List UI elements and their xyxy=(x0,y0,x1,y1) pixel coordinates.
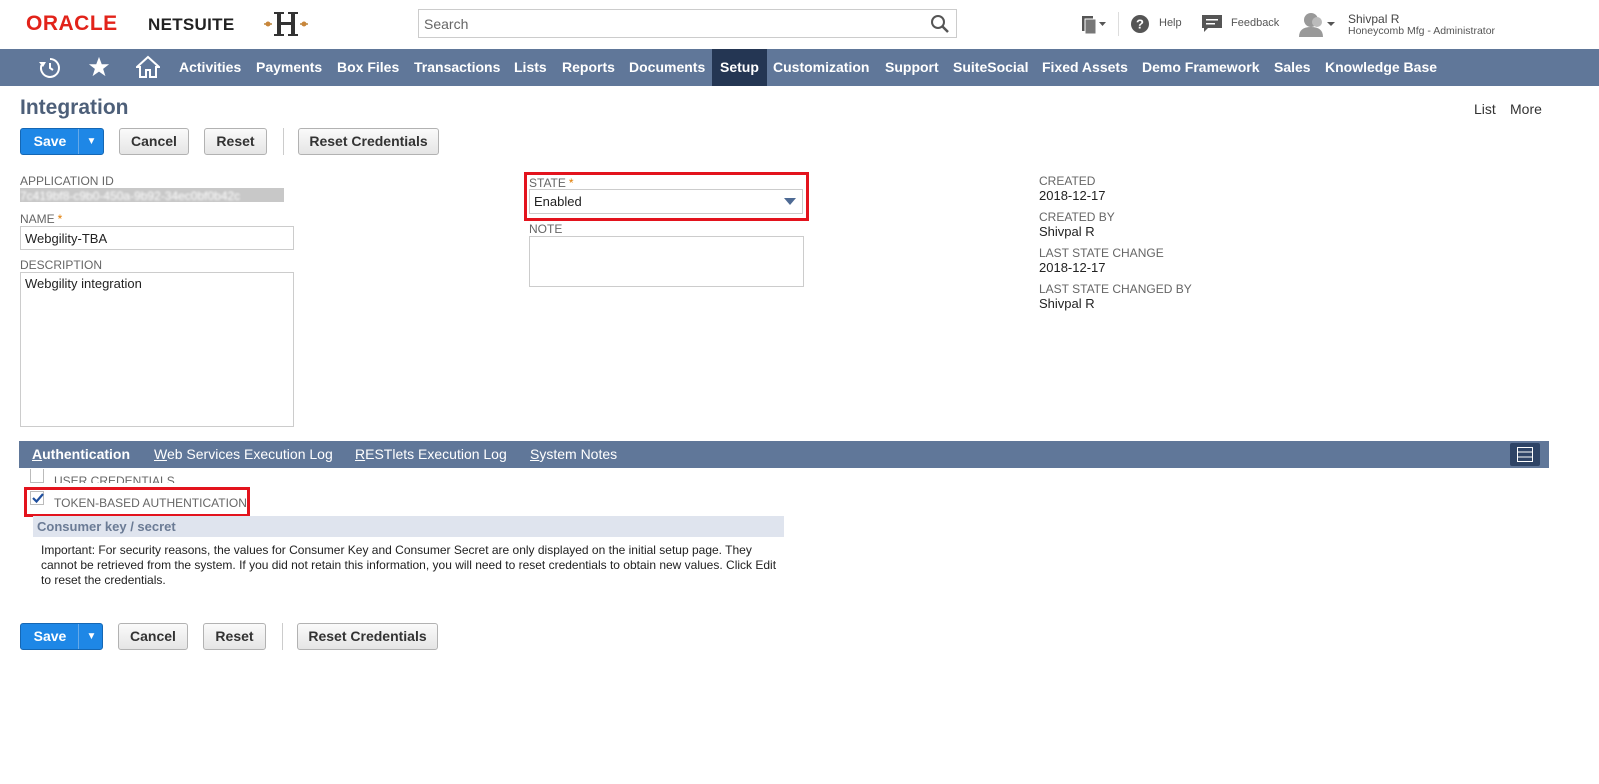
user-credentials-label: USER CREDENTIALS xyxy=(54,474,175,483)
nav-activities[interactable]: Activities xyxy=(179,49,241,86)
nav-documents[interactable]: Documents xyxy=(629,49,705,86)
home-icon[interactable] xyxy=(136,55,160,79)
reset-credentials-button-top[interactable]: Reset Credentials xyxy=(298,128,439,155)
consumer-key-section-header: Consumer key / secret xyxy=(33,516,784,537)
tab-label: uthentication xyxy=(42,446,131,462)
feedback-link[interactable]: Feedback xyxy=(1231,17,1279,29)
save-label[interactable]: Save xyxy=(21,624,79,649)
created-label: CREATED xyxy=(1039,174,1096,188)
svg-text:?: ? xyxy=(1136,17,1144,32)
reset-button-bottom[interactable]: Reset xyxy=(203,623,266,650)
reset-credentials-button-bottom[interactable]: Reset Credentials xyxy=(297,623,438,650)
nav-transactions[interactable]: Transactions xyxy=(414,49,500,86)
name-input[interactable] xyxy=(20,226,294,250)
tab-system-notes[interactable]: System Notes xyxy=(530,446,617,462)
page-title: Integration xyxy=(20,96,129,119)
cancel-button-bottom[interactable]: Cancel xyxy=(118,623,188,650)
description-textarea[interactable]: Webgility integration xyxy=(20,272,294,427)
created-by-label: CREATED BY xyxy=(1039,210,1115,224)
help-icon[interactable]: ? xyxy=(1130,14,1150,34)
tab-web-services-log[interactable]: Web Services Execution Log xyxy=(154,446,333,462)
subtab-view-toggle[interactable] xyxy=(1510,443,1540,466)
company-logo-icon xyxy=(264,12,308,36)
tab-authentication[interactable]: Authentication xyxy=(32,446,130,462)
last-state-change-label: LAST STATE CHANGE xyxy=(1039,246,1164,260)
tab-label: ystem Notes xyxy=(539,446,618,462)
description-label: DESCRIPTION xyxy=(20,258,103,272)
nav-lists[interactable]: Lists xyxy=(514,49,547,86)
user-avatar-icon[interactable] xyxy=(1297,11,1337,37)
reset-button-top[interactable]: Reset xyxy=(204,128,267,155)
help-link[interactable]: Help xyxy=(1159,17,1182,29)
last-state-changed-by-value: Shivpal R xyxy=(1039,296,1095,311)
cancel-button-top[interactable]: Cancel xyxy=(119,128,189,155)
tab-label: eb Services Execution Log xyxy=(166,446,333,462)
save-button-bottom[interactable]: Save ▼ xyxy=(20,623,103,650)
state-highlight-box xyxy=(524,172,809,221)
created-by-value: Shivpal R xyxy=(1039,224,1095,239)
feedback-icon[interactable] xyxy=(1201,14,1223,34)
section-title: Consumer key / secret xyxy=(37,519,176,534)
nav-demo-framework[interactable]: Demo Framework xyxy=(1142,49,1259,86)
search-input[interactable] xyxy=(419,10,919,37)
subtab-bar: Authentication Web Services Execution Lo… xyxy=(19,441,1549,468)
required-marker: * xyxy=(57,212,63,226)
nav-customization[interactable]: Customization xyxy=(773,49,869,86)
application-id-text: 7c419bf8-c9b0-450a-9b92-34ec0bf0b42c xyxy=(20,189,241,202)
save-dropdown-arrow-icon[interactable]: ▼ xyxy=(79,129,104,154)
consumer-key-note: Important: For security reasons, the val… xyxy=(41,543,777,587)
note-label: NOTE xyxy=(529,222,563,236)
header-divider xyxy=(1118,12,1119,36)
nav-sales[interactable]: Sales xyxy=(1274,49,1311,86)
global-search[interactable] xyxy=(418,9,957,38)
favorites-star-icon[interactable] xyxy=(88,56,110,78)
oracle-logo[interactable]: ORACLE xyxy=(26,12,118,36)
created-value: 2018-12-17 xyxy=(1039,188,1106,203)
netsuite-logo[interactable]: NETSUITE xyxy=(148,15,234,35)
tab-label: ESTlets Execution Log xyxy=(365,446,507,462)
nav-fixed-assets[interactable]: Fixed Assets xyxy=(1042,49,1128,86)
tab-access-key: W xyxy=(154,446,167,462)
nav-support[interactable]: Support xyxy=(885,49,939,86)
last-state-changed-by-label: LAST STATE CHANGED BY xyxy=(1039,282,1192,296)
recent-records-icon[interactable] xyxy=(38,56,62,80)
tab-access-key: A xyxy=(32,446,43,462)
tab-access-key: S xyxy=(530,446,540,462)
tba-highlight-box xyxy=(24,487,250,517)
user-credentials-checkbox[interactable] xyxy=(30,469,44,483)
name-label-text: NAME xyxy=(20,212,55,226)
nav-knowledge-base[interactable]: Knowledge Base xyxy=(1325,49,1437,86)
nav-suitesocial[interactable]: SuiteSocial xyxy=(953,49,1028,86)
save-button-top[interactable]: Save ▼ xyxy=(20,128,104,155)
tab-restlets-log[interactable]: RESTlets Execution Log xyxy=(355,446,507,462)
create-new-icon[interactable] xyxy=(1080,13,1108,35)
user-name[interactable]: Shivpal R xyxy=(1348,12,1399,26)
user-role[interactable]: Honeycomb Mfg - Administrator xyxy=(1348,25,1495,37)
list-view-icon xyxy=(1517,447,1533,462)
note-textarea[interactable] xyxy=(529,236,804,287)
application-id-label: APPLICATION ID xyxy=(20,174,114,188)
name-label: NAME * xyxy=(20,212,62,226)
application-id-value: 7c419bf8-c9b0-450a-9b92-34ec0bf0b42c xyxy=(20,188,284,202)
save-dropdown-arrow-icon[interactable]: ▼ xyxy=(79,624,104,649)
button-separator xyxy=(282,623,283,650)
nav-box-files[interactable]: Box Files xyxy=(337,49,399,86)
search-icon[interactable] xyxy=(930,14,950,34)
list-link[interactable]: List xyxy=(1474,101,1496,117)
more-link[interactable]: More xyxy=(1510,101,1542,117)
nav-setup[interactable]: Setup xyxy=(712,49,767,86)
tab-access-key: R xyxy=(355,446,366,462)
last-state-change-value: 2018-12-17 xyxy=(1039,260,1106,275)
global-header: ORACLE NETSUITE ? Help Feedback xyxy=(0,0,1599,49)
save-label[interactable]: Save xyxy=(21,129,79,154)
nav-reports[interactable]: Reports xyxy=(562,49,615,86)
button-separator xyxy=(283,128,284,155)
main-navigation: Activities Payments Box Files Transactio… xyxy=(0,49,1599,86)
nav-payments[interactable]: Payments xyxy=(256,49,322,86)
